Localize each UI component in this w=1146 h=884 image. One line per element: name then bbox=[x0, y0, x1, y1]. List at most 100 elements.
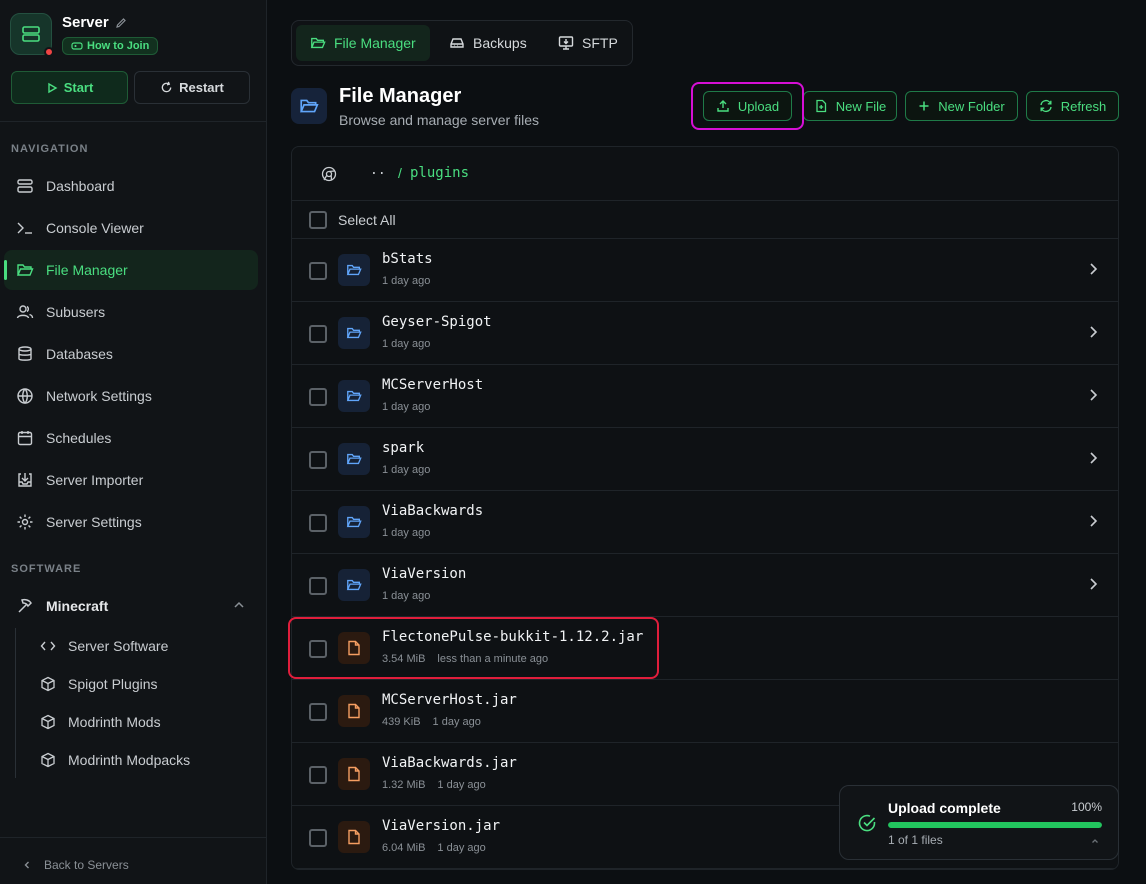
file-modified: 1 day ago bbox=[382, 464, 431, 476]
submenu-guide-line bbox=[15, 628, 16, 778]
sidebar-item-file-manager[interactable]: File Manager bbox=[4, 250, 258, 290]
restart-button[interactable]: Restart bbox=[134, 71, 250, 104]
sidebar-item-server-importer[interactable]: Server Importer bbox=[4, 460, 258, 500]
sidebar-group-minecraft[interactable]: Minecraft bbox=[4, 586, 258, 626]
file-meta: 1 day ago bbox=[382, 401, 430, 413]
row-checkbox[interactable] bbox=[309, 388, 327, 406]
file-meta: 1.32 MiB 1 day ago bbox=[382, 779, 486, 791]
file-name[interactable]: ViaBackwards.jar bbox=[382, 755, 517, 771]
server-icon[interactable] bbox=[10, 13, 54, 57]
folder-row[interactable]: MCServerHost 1 day ago bbox=[292, 365, 1118, 428]
file-icon bbox=[348, 703, 360, 719]
divider bbox=[0, 121, 267, 122]
refresh-icon bbox=[1040, 99, 1052, 113]
row-checkbox[interactable] bbox=[309, 514, 327, 532]
tab-bar: File Manager Backups SFTP bbox=[291, 20, 633, 66]
folder-icon bbox=[346, 453, 362, 465]
file-meta: 1 day ago bbox=[382, 338, 430, 350]
back-to-servers-link[interactable]: Back to Servers bbox=[22, 858, 129, 872]
chevron-right-icon[interactable] bbox=[1086, 324, 1100, 340]
sidebar-item-subusers[interactable]: Subusers bbox=[4, 292, 258, 332]
folder-row[interactable]: bStats 1 day ago bbox=[292, 239, 1118, 302]
file-name[interactable]: bStats bbox=[382, 251, 433, 267]
file-name[interactable]: ViaVersion bbox=[382, 566, 466, 582]
sidebar-item-modrinth-modpacks[interactable]: Modrinth Modpacks bbox=[40, 745, 190, 775]
chevron-right-icon[interactable] bbox=[1086, 450, 1100, 466]
folder-icon-tile bbox=[338, 506, 370, 538]
import-icon bbox=[18, 473, 32, 487]
file-name[interactable]: ViaBackwards bbox=[382, 503, 483, 519]
sidebar-item-server-software[interactable]: Server Software bbox=[40, 631, 168, 661]
folder-icon bbox=[346, 390, 362, 402]
toast-title: Upload complete bbox=[888, 800, 1001, 816]
tab-backups[interactable]: Backups bbox=[435, 25, 541, 61]
how-to-join-label: How to Join bbox=[87, 40, 150, 52]
row-checkbox[interactable] bbox=[309, 829, 327, 847]
file-name[interactable]: Geyser-Spigot bbox=[382, 314, 492, 330]
file-meta: 1 day ago bbox=[382, 527, 430, 539]
file-modified: 1 day ago bbox=[382, 401, 431, 413]
software-heading: SOFTWARE bbox=[11, 563, 82, 575]
divider bbox=[0, 837, 267, 838]
file-icon bbox=[348, 766, 360, 782]
sidebar-item-databases[interactable]: Databases bbox=[4, 334, 258, 374]
chevron-right-icon[interactable] bbox=[1086, 261, 1100, 277]
tab-sftp[interactable]: SFTP bbox=[544, 25, 632, 61]
upload-highlight-box bbox=[691, 82, 804, 130]
row-checkbox[interactable] bbox=[309, 451, 327, 469]
sidebar-item-spigot-plugins[interactable]: Spigot Plugins bbox=[40, 669, 158, 699]
folder-row[interactable]: spark 1 day ago bbox=[292, 428, 1118, 491]
file-modified: 1 day ago bbox=[432, 716, 481, 728]
sidebar-item-network-settings[interactable]: Network Settings bbox=[4, 376, 258, 416]
chevron-right-icon[interactable] bbox=[1086, 513, 1100, 529]
nav-heading: NAVIGATION bbox=[11, 143, 89, 155]
page-folder-icon bbox=[291, 88, 327, 124]
gamepad-icon bbox=[71, 42, 83, 50]
monitor-download-icon bbox=[558, 36, 574, 50]
file-modified: 1 day ago bbox=[382, 527, 431, 539]
chevron-right-icon[interactable] bbox=[1086, 387, 1100, 403]
cube-icon bbox=[41, 752, 55, 768]
chevron-right-icon[interactable] bbox=[1086, 576, 1100, 592]
folder-row[interactable]: Geyser-Spigot 1 day ago bbox=[292, 302, 1118, 365]
file-name[interactable]: MCServerHost.jar bbox=[382, 692, 517, 708]
select-all-checkbox[interactable] bbox=[309, 211, 327, 229]
new-file-button[interactable]: New File bbox=[803, 91, 897, 121]
file-meta: 1 day ago bbox=[382, 590, 430, 602]
sidebar-item-schedules[interactable]: Schedules bbox=[4, 418, 258, 458]
chevron-up-icon[interactable] bbox=[1090, 836, 1100, 846]
file-modified: 1 day ago bbox=[437, 779, 486, 791]
sidebar-item-dashboard[interactable]: Dashboard bbox=[4, 166, 258, 206]
start-button[interactable]: Start bbox=[11, 71, 128, 104]
file-name[interactable]: spark bbox=[382, 440, 424, 456]
file-row[interactable]: MCServerHost.jar 439 KiB 1 day ago bbox=[292, 680, 1118, 743]
sidebar-item-console-viewer[interactable]: Console Viewer bbox=[4, 208, 258, 248]
file-size: 6.04 MiB bbox=[382, 842, 426, 854]
refresh-button[interactable]: Refresh bbox=[1026, 91, 1119, 121]
tab-file-manager[interactable]: File Manager bbox=[296, 25, 430, 61]
row-checkbox[interactable] bbox=[309, 703, 327, 721]
row-checkbox[interactable] bbox=[309, 262, 327, 280]
home-circle-icon[interactable] bbox=[321, 166, 337, 182]
file-name[interactable]: MCServerHost bbox=[382, 377, 483, 393]
edit-pencil-icon[interactable] bbox=[115, 17, 127, 29]
check-circle-icon bbox=[858, 814, 876, 832]
server-name: Server bbox=[62, 14, 109, 31]
status-offline-dot bbox=[44, 47, 54, 57]
row-checkbox[interactable] bbox=[309, 325, 327, 343]
chevron-up-icon[interactable] bbox=[232, 598, 246, 612]
play-icon bbox=[47, 82, 58, 93]
row-checkbox[interactable] bbox=[309, 577, 327, 595]
sidebar-item-modrinth-mods[interactable]: Modrinth Mods bbox=[40, 707, 161, 737]
breadcrumb-current[interactable]: plugins bbox=[410, 165, 469, 181]
sidebar-item-server-settings[interactable]: Server Settings bbox=[4, 502, 258, 542]
row-checkbox[interactable] bbox=[309, 766, 327, 784]
upload-toast: Upload complete 100% 1 of 1 files bbox=[839, 785, 1119, 860]
folder-row[interactable]: ViaBackwards 1 day ago bbox=[292, 491, 1118, 554]
how-to-join-button[interactable]: How to Join bbox=[62, 37, 159, 55]
breadcrumb-parent-link[interactable]: .. bbox=[370, 163, 386, 178]
file-name[interactable]: ViaVersion.jar bbox=[382, 818, 500, 834]
new-folder-button[interactable]: New Folder bbox=[905, 91, 1018, 121]
folder-row[interactable]: ViaVersion 1 day ago bbox=[292, 554, 1118, 617]
page-subtitle: Browse and manage server files bbox=[339, 112, 539, 128]
